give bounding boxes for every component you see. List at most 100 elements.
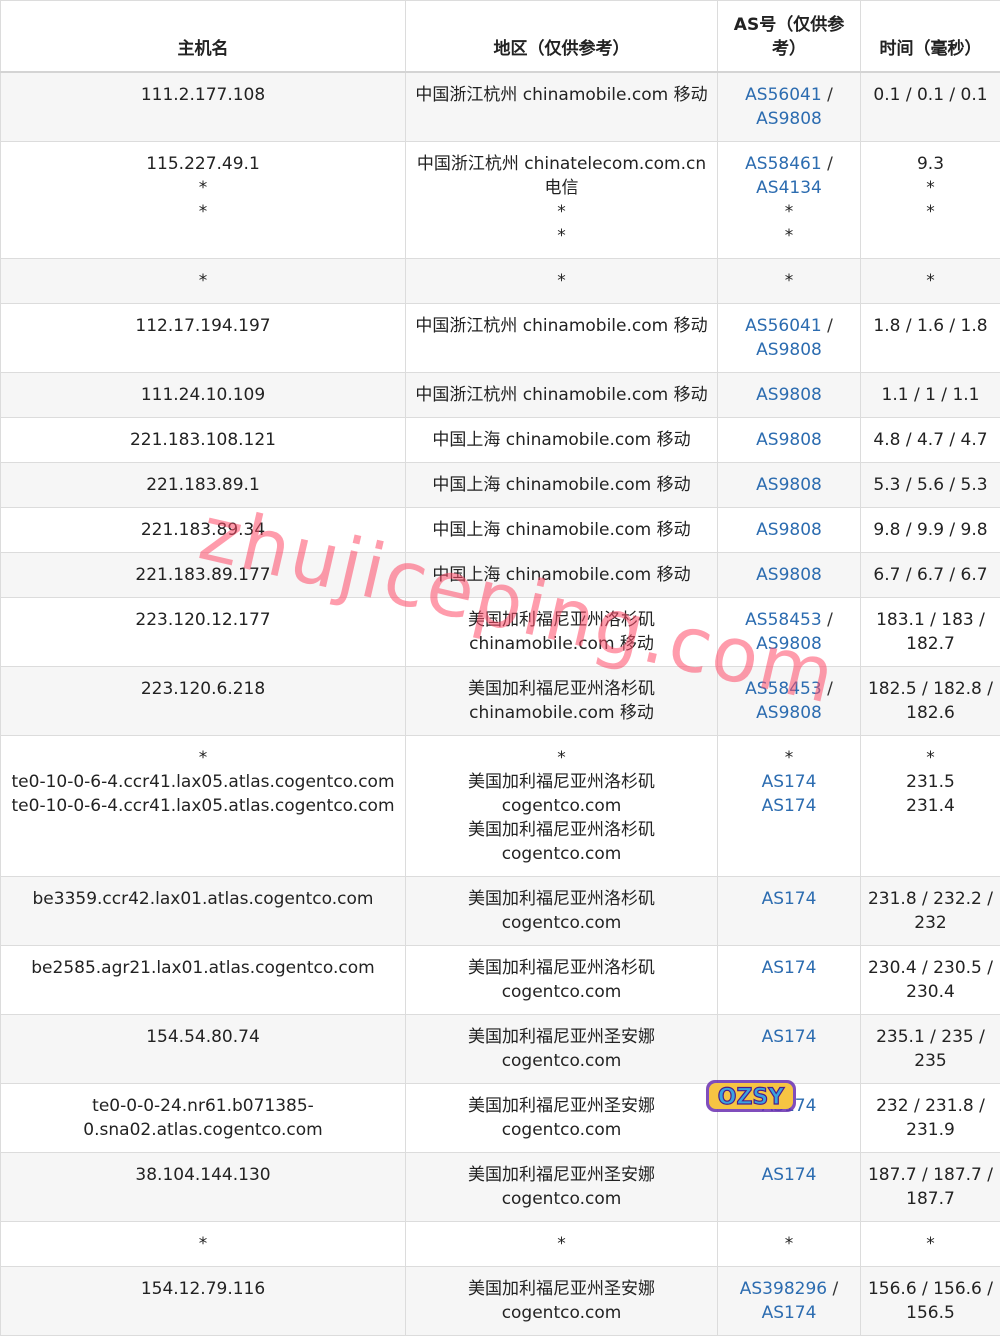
- as-number-link[interactable]: AS9808: [756, 340, 822, 360]
- as-empty: *: [724, 224, 854, 248]
- as-cell: *: [718, 259, 861, 304]
- as-number-link[interactable]: AS9808: [756, 520, 822, 540]
- as-number-link[interactable]: AS174: [762, 1303, 817, 1323]
- host-cell-line: *: [7, 746, 399, 770]
- table-row: ****: [1, 259, 1000, 304]
- region-cell: 中国上海 chinamobile.com 移动: [406, 553, 718, 598]
- as-cell: AS174: [718, 1015, 861, 1084]
- as-number-link[interactable]: AS9808: [756, 430, 822, 450]
- as-line: AS398296 / AS174: [724, 1277, 854, 1325]
- host-cell-line: 223.120.12.177: [7, 608, 399, 632]
- region-cell-line: 美国加利福尼亚州圣安娜 cogentco.com: [412, 1094, 711, 1142]
- time-cell-line: 1.1 / 1 / 1.1: [867, 383, 994, 407]
- as-number-link[interactable]: AS56041: [745, 85, 822, 105]
- as-number-link[interactable]: AS174: [762, 1027, 817, 1047]
- time-cell: 182.5 / 182.8 / 182.6: [861, 667, 1000, 736]
- region-cell-line: 美国加利福尼亚州圣安娜 cogentco.com: [412, 1163, 711, 1211]
- host-cell-line: 111.2.177.108: [7, 83, 399, 107]
- region-cell-line: 美国加利福尼亚州圣安娜 cogentco.com: [412, 1277, 711, 1325]
- as-number-link[interactable]: AS9808: [756, 475, 822, 495]
- as-number-link[interactable]: AS58453: [745, 610, 822, 630]
- region-cell: 中国上海 chinamobile.com 移动: [406, 508, 718, 553]
- time-cell-line: 6.7 / 6.7 / 6.7: [867, 563, 994, 587]
- as-separator: /: [822, 316, 833, 336]
- as-number-link[interactable]: AS9808: [756, 385, 822, 405]
- table-row: 38.104.144.130 美国加利福尼亚州圣安娜 cogentco.com AS…: [1, 1153, 1000, 1222]
- as-number-link[interactable]: AS174: [762, 796, 817, 816]
- host-cell: te0-0-0-24.nr61.b071385-0.sna02.atlas.co…: [1, 1084, 406, 1153]
- host-cell: 221.183.89.1: [1, 463, 406, 508]
- region-cell: *: [406, 1222, 718, 1267]
- as-number-link[interactable]: AS174: [762, 1165, 817, 1185]
- time-cell-line: 0.1 / 0.1 / 0.1: [867, 83, 994, 107]
- region-cell: 中国浙江杭州 chinamobile.com 移动: [406, 304, 718, 373]
- as-line: AS174: [724, 794, 854, 818]
- time-cell-line: *: [867, 269, 994, 293]
- host-cell-line: be3359.ccr42.lax01.atlas.cogentco.com: [7, 887, 399, 911]
- as-number-link[interactable]: AS58453: [745, 679, 822, 699]
- time-cell-line: *: [867, 1232, 994, 1256]
- region-cell-line: 美国加利福尼亚州洛杉矶 cogentco.com: [412, 956, 711, 1004]
- time-cell-line: 230.4 / 230.5 / 230.4: [867, 956, 994, 1004]
- table-body: 111.2.177.108中国浙江杭州 chinamobile.com 移动AS…: [1, 72, 1000, 1336]
- table-row: 154.12.79.116美国加利福尼亚州圣安娜 cogentco.comAS3…: [1, 1267, 1000, 1336]
- time-cell: 231.8 / 232.2 / 232: [861, 877, 1000, 946]
- as-number-link[interactable]: AS9808: [756, 565, 822, 585]
- as-number-link[interactable]: AS174: [762, 1096, 817, 1116]
- time-cell-line: *: [867, 200, 994, 224]
- table-row: 112.17.194.197 中国浙江杭州 chinamobile.com 移动 A…: [1, 304, 1000, 373]
- time-cell: 6.7 / 6.7 / 6.7: [861, 553, 1000, 598]
- as-empty: *: [724, 200, 854, 224]
- time-cell: 0.1 / 0.1 / 0.1: [861, 72, 1000, 142]
- region-cell-line: *: [412, 1232, 711, 1256]
- as-number-link[interactable]: AS398296: [740, 1279, 827, 1299]
- time-cell: 9.8 / 9.9 / 9.8: [861, 508, 1000, 553]
- as-line: AS9808: [724, 383, 854, 407]
- host-cell: *: [1, 259, 406, 304]
- region-cell: 美国加利福尼亚州洛杉矶 chinamobile.com 移动: [406, 598, 718, 667]
- host-cell-line: 38.104.144.130: [7, 1163, 399, 1187]
- as-cell: AS9808: [718, 508, 861, 553]
- as-line: AS9808: [724, 563, 854, 587]
- region-cell-line: 中国上海 chinamobile.com 移动: [412, 518, 711, 542]
- time-cell-line: 9.8 / 9.9 / 9.8: [867, 518, 994, 542]
- region-cell: *美国加利福尼亚州洛杉矶 cogentco.com美国加利福尼亚州洛杉矶 cog…: [406, 736, 718, 877]
- host-cell-line: 112.17.194.197: [7, 314, 399, 338]
- as-number-link[interactable]: AS174: [762, 958, 817, 978]
- host-cell: 111.2.177.108: [1, 72, 406, 142]
- time-cell-line: *: [867, 746, 994, 770]
- time-cell-line: 182.5 / 182.8 / 182.6: [867, 677, 994, 725]
- as-number-link[interactable]: AS9808: [756, 634, 822, 654]
- as-number-link[interactable]: AS9808: [756, 703, 822, 723]
- host-cell: *: [1, 1222, 406, 1267]
- as-cell: AS56041 / AS9808: [718, 72, 861, 142]
- region-cell: 美国加利福尼亚州圣安娜 cogentco.com: [406, 1267, 718, 1336]
- as-cell: AS56041 / AS9808: [718, 304, 861, 373]
- table-row: 221.183.89.34中国上海 chinamobile.com 移动AS98…: [1, 508, 1000, 553]
- time-cell-line: 4.8 / 4.7 / 4.7: [867, 428, 994, 452]
- time-cell: 232 / 231.8 / 231.9: [861, 1084, 1000, 1153]
- region-cell: 中国浙江杭州 chinamobile.com 移动: [406, 72, 718, 142]
- region-cell-line: 美国加利福尼亚州洛杉矶 cogentco.com: [412, 818, 711, 866]
- header-hostname: 主机名: [1, 1, 406, 73]
- host-cell-line: 221.183.108.121: [7, 428, 399, 452]
- table-row: 111.2.177.108中国浙江杭州 chinamobile.com 移动AS…: [1, 72, 1000, 142]
- table-row: be3359.ccr42.lax01.atlas.cogentco.com 美国加…: [1, 877, 1000, 946]
- host-cell-line: *: [7, 1232, 399, 1256]
- as-cell: AS174: [718, 1084, 861, 1153]
- as-cell: *: [718, 1222, 861, 1267]
- time-cell-line: 231.4: [867, 794, 994, 818]
- as-number-link[interactable]: AS4134: [756, 178, 822, 198]
- as-separator: /: [822, 610, 833, 630]
- region-cell-line: 中国浙江杭州 chinamobile.com 移动: [412, 314, 711, 338]
- region-cell-line: 美国加利福尼亚州洛杉矶 cogentco.com: [412, 887, 711, 935]
- region-cell: 美国加利福尼亚州洛杉矶 cogentco.com: [406, 877, 718, 946]
- as-cell: AS9808: [718, 373, 861, 418]
- as-number-link[interactable]: AS56041: [745, 316, 822, 336]
- table-row: 223.120.6.218美国加利福尼亚州洛杉矶 chinamobile.com…: [1, 667, 1000, 736]
- as-number-link[interactable]: AS9808: [756, 109, 822, 129]
- as-number-link[interactable]: AS174: [762, 889, 817, 909]
- table-row: ****: [1, 1222, 1000, 1267]
- as-number-link[interactable]: AS174: [762, 772, 817, 792]
- as-number-link[interactable]: AS58461: [745, 154, 822, 174]
